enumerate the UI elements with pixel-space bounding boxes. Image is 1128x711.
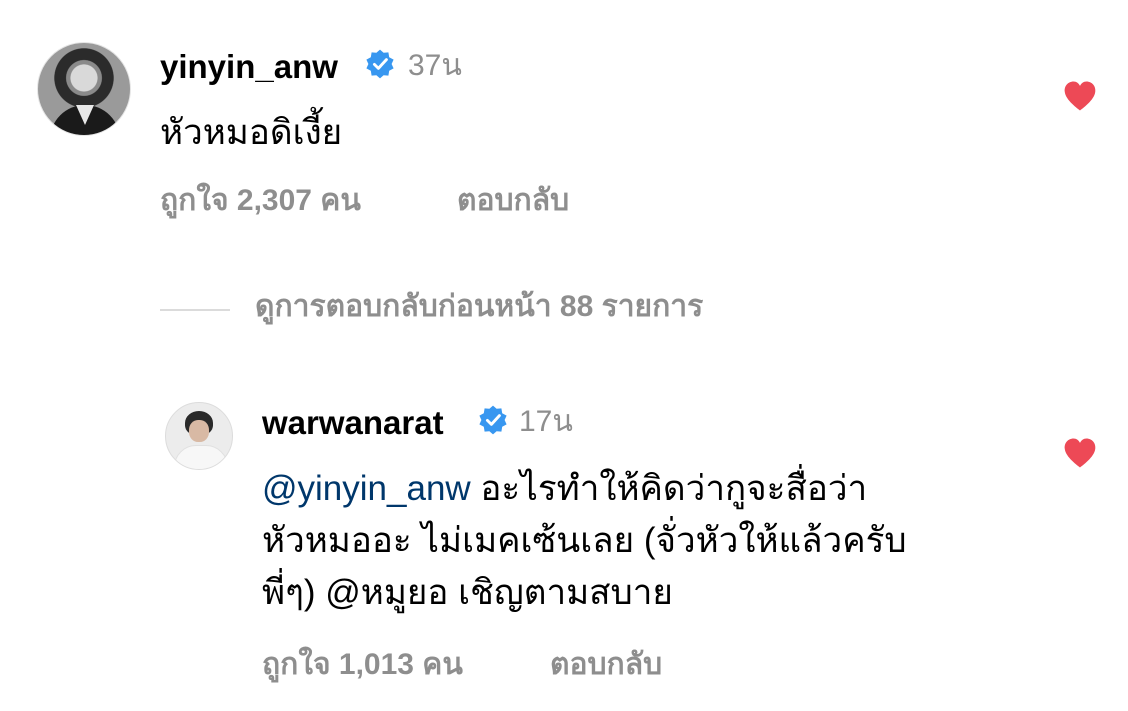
avatar-shirt xyxy=(174,445,228,469)
reply-button[interactable]: ตอบกลับ xyxy=(550,650,662,680)
avatar-face xyxy=(189,420,209,442)
verified-badge-icon xyxy=(479,405,507,435)
reply-button[interactable]: ตอบกลับ xyxy=(457,186,569,216)
username-warwanarat[interactable]: warwanarat xyxy=(262,406,444,439)
avatar-warwanarat[interactable] xyxy=(165,402,233,470)
heart-filled-icon[interactable] xyxy=(1062,437,1098,469)
view-previous-replies-button[interactable]: ดูการตอบกลับก่อนหน้า 88 รายการ xyxy=(255,292,703,322)
replies-divider xyxy=(160,309,230,311)
like-count[interactable]: ถูกใจ 1,013 คน xyxy=(262,650,463,680)
like-count[interactable]: ถูกใจ 2,307 คน xyxy=(160,186,361,216)
comment-line: @yinyin_anw อะไรทำให้คิดว่ากูจะสื่อว่า xyxy=(262,463,1042,515)
verified-badge-icon xyxy=(366,49,394,79)
avatar-yinyin-anw[interactable] xyxy=(37,42,131,136)
comment-line: พี่ๆ) @หมูยอ เชิญตามสบาย xyxy=(262,573,673,612)
comment-text-part: อะไรทำให้คิดว่ากูจะสื่อว่า xyxy=(470,469,868,508)
heart-filled-icon[interactable] xyxy=(1062,80,1098,112)
username-yinyin-anw[interactable]: yinyin_anw xyxy=(160,50,338,83)
mention-link[interactable]: @yinyin_anw xyxy=(262,469,471,508)
comment-time: 17น xyxy=(519,405,573,438)
comment-text: หัวหมอดิเงี้ย xyxy=(160,113,343,152)
comment-time: 37น xyxy=(408,49,462,82)
comment-text: @yinyin_anw อะไรทำให้คิดว่ากูจะสื่อว่า ห… xyxy=(262,463,1042,619)
comment-line: หัวหมออะ ไม่เมคเซ้นเลย (จั่วหัวให้แล้วคร… xyxy=(262,521,907,560)
